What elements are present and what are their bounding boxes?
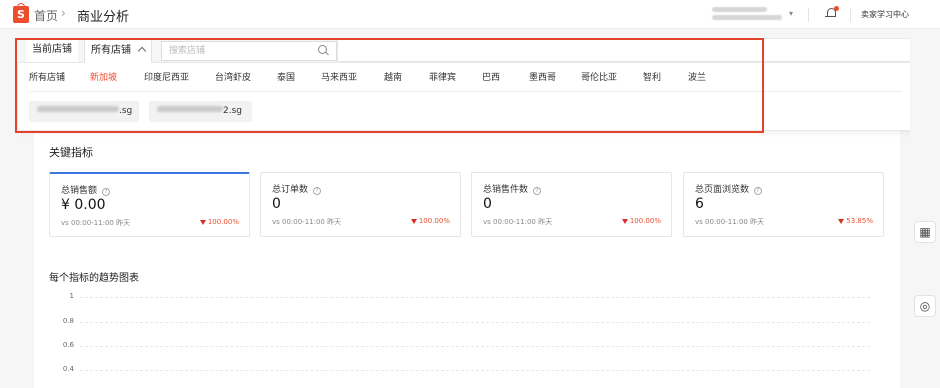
- chevron-up-icon: [137, 46, 147, 56]
- shop-search-input[interactable]: [161, 41, 337, 61]
- region-indonesia[interactable]: 印度尼西亚: [144, 70, 189, 83]
- seller-learning-center-link[interactable]: 卖家学习中心: [861, 9, 909, 20]
- tab-current-shop[interactable]: 当前店铺: [26, 38, 78, 62]
- shop-chip[interactable]: 2.sg: [149, 101, 252, 122]
- region-vietnam[interactable]: 越南: [384, 70, 402, 83]
- account-switcher[interactable]: [712, 5, 787, 25]
- kpi-label: 总订单数: [272, 185, 309, 195]
- top-navbar: S 首页 › 商业分析 ▾ 卖家学习中心: [0, 0, 940, 29]
- kpi-change: 100.00%: [418, 217, 450, 225]
- divider: [850, 8, 851, 22]
- page-title: 商业分析: [77, 10, 130, 25]
- grid-line: [80, 297, 870, 298]
- kpi-value: 0: [483, 196, 492, 212]
- divider: [808, 8, 809, 22]
- region-thailand[interactable]: 泰国: [277, 70, 295, 83]
- main-card: [34, 131, 900, 388]
- kpi-change: 100.00%: [207, 218, 239, 226]
- kpi-card-total-orders[interactable]: 总订单数? 0 vs 00:00-11:00 昨天 100.00%: [260, 172, 461, 237]
- region-philippines[interactable]: 菲律宾: [429, 70, 456, 83]
- breadcrumb-home[interactable]: 首页: [34, 7, 58, 24]
- kpi-value: 0: [272, 196, 281, 212]
- down-arrow-icon: [410, 219, 417, 224]
- divider: [29, 91, 902, 92]
- tab-all-shops-label: 所有店铺: [91, 45, 131, 56]
- filter-bar: [337, 38, 919, 62]
- kpi-compare: vs 00:00-11:00 昨天: [272, 218, 342, 226]
- help-icon[interactable]: ?: [754, 187, 763, 195]
- key-metrics-title: 关键指标: [49, 146, 93, 159]
- kpi-card-total-sales[interactable]: 总销售额? ¥ 0.00 vs 00:00-11:00 昨天 100.00%: [49, 172, 250, 237]
- help-icon[interactable]: ?: [102, 188, 111, 196]
- kpi-card-total-page-views[interactable]: 总页面浏览数? 6 vs 00:00-11:00 昨天 53.85%: [683, 172, 884, 237]
- region-taiwan[interactable]: 台湾虾皮: [215, 70, 251, 83]
- help-icon[interactable]: ?: [533, 187, 542, 195]
- search-icon[interactable]: [318, 45, 327, 54]
- region-poland[interactable]: 波兰: [688, 70, 706, 83]
- help-icon[interactable]: ?: [313, 187, 322, 195]
- region-mexico[interactable]: 墨西哥: [529, 70, 556, 83]
- notification-dot: [834, 6, 839, 11]
- kpi-compare: vs 00:00-11:00 昨天: [483, 218, 553, 226]
- region-brazil[interactable]: 巴西: [482, 70, 500, 83]
- kpi-value: 6: [695, 196, 704, 212]
- region-colombia[interactable]: 哥伦比亚: [581, 70, 617, 83]
- grid-line: [80, 322, 870, 323]
- region-all[interactable]: 所有店铺: [29, 70, 65, 83]
- tab-all-shops[interactable]: 所有店铺: [84, 38, 152, 63]
- grid-line: [80, 346, 870, 347]
- down-arrow-icon: [838, 219, 845, 224]
- help-center-icon[interactable]: ◎: [914, 295, 936, 317]
- y-tick-label: 1: [69, 292, 74, 300]
- y-tick-label: 0.4: [62, 365, 74, 373]
- kpi-value: ¥ 0.00: [61, 197, 106, 213]
- grid-line: [80, 370, 870, 371]
- kpi-label: 总销售额: [61, 186, 98, 196]
- region-chile[interactable]: 智利: [643, 70, 661, 83]
- data-chart-icon[interactable]: ▦: [914, 221, 936, 243]
- down-arrow-icon: [621, 219, 628, 224]
- kpi-change: 100.00%: [629, 217, 661, 225]
- kpi-label: 总页面浏览数: [695, 185, 750, 195]
- region-malaysia[interactable]: 马来西亚: [321, 70, 357, 83]
- kpi-compare: vs 00:00-11:00 昨天: [695, 218, 765, 226]
- shopee-logo-icon[interactable]: S: [13, 3, 29, 23]
- down-arrow-icon: [199, 220, 206, 225]
- trend-chart-title: 每个指标的趋势图表: [49, 273, 139, 284]
- breadcrumb-separator-icon: ›: [61, 6, 66, 20]
- kpi-card-total-units[interactable]: 总销售件数? 0 vs 00:00-11:00 昨天 100.00%: [471, 172, 672, 237]
- kpi-label: 总销售件数: [483, 185, 529, 195]
- shop-chip[interactable]: .sg: [29, 101, 139, 122]
- y-tick-label: 0.6: [62, 341, 74, 349]
- kpi-change: 53.85%: [846, 217, 873, 225]
- region-singapore[interactable]: 新加坡: [90, 70, 117, 83]
- y-tick-label: 0.8: [62, 317, 74, 325]
- chevron-down-icon[interactable]: ▾: [789, 9, 793, 18]
- kpi-compare: vs 00:00-11:00 昨天: [61, 219, 131, 227]
- right-rail: [910, 29, 940, 388]
